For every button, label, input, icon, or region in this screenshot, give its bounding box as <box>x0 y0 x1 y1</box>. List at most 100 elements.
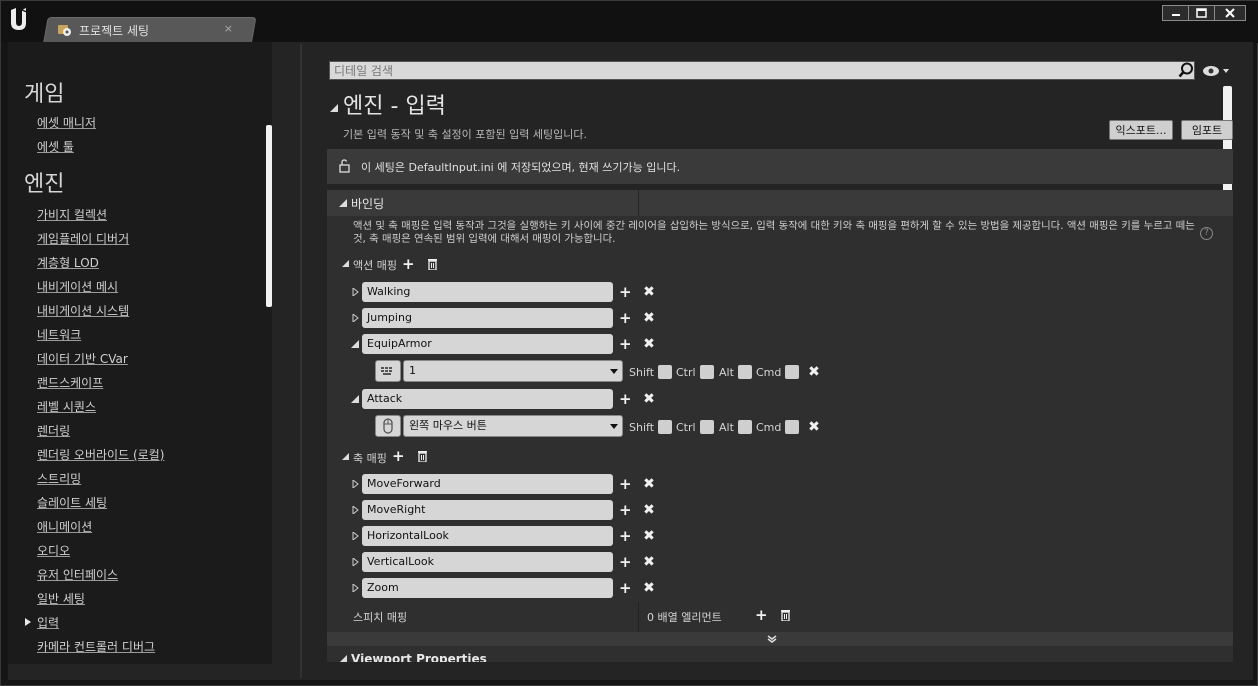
sidebar-item-ui[interactable]: 유저 인터페이스 <box>37 566 118 583</box>
collapse-arrow-icon[interactable] <box>339 199 347 207</box>
close-window-button[interactable] <box>1214 5 1246 21</box>
remove-action-button[interactable]: ✖ <box>643 311 655 325</box>
shift-checkbox[interactable] <box>658 365 672 379</box>
sidebar-item-camera-debug[interactable]: 카메라 컨트롤러 디버그 <box>37 638 155 655</box>
add-speech-button[interactable]: + <box>755 608 768 623</box>
collapse-arrow-icon[interactable] <box>329 103 339 113</box>
sidebar-item-streaming[interactable]: 스트리밍 <box>37 470 81 487</box>
maximize-button[interactable] <box>1188 5 1215 21</box>
expand-arrow-icon[interactable] <box>352 506 360 514</box>
expand-arrow-icon[interactable] <box>352 532 360 540</box>
key-select-attack[interactable]: 왼쪽 마우스 버튼 <box>403 415 623 437</box>
column-divider[interactable] <box>638 190 639 216</box>
sidebar-item-rendering-override[interactable]: 렌더링 오버라이드 (로컬) <box>37 446 164 463</box>
remove-key-button[interactable]: ✖ <box>808 420 820 434</box>
export-button[interactable]: 익스포트... <box>1109 120 1173 140</box>
minimize-button[interactable] <box>1162 5 1189 21</box>
trash-icon[interactable] <box>780 609 791 621</box>
sidebar-item-hlod[interactable]: 계층형 LOD <box>37 254 99 271</box>
sidebar-item-garbage-collection[interactable]: 가비지 컬렉션 <box>37 206 107 223</box>
remove-action-button[interactable]: ✖ <box>643 285 655 299</box>
add-key-button[interactable]: + <box>619 311 632 326</box>
axis-name-moveright[interactable]: MoveRight <box>362 500 613 520</box>
sidebar-item-network[interactable]: 네트워크 <box>37 326 81 343</box>
sidebar-item-data-cvar[interactable]: 데이터 기반 CVar <box>37 350 128 367</box>
add-key-button[interactable]: + <box>619 581 632 596</box>
collapse-arrow-icon[interactable] <box>351 395 359 403</box>
key-picker-button[interactable] <box>375 415 401 437</box>
axis-name-zoom[interactable]: Zoom <box>362 578 613 598</box>
advanced-expander[interactable] <box>327 632 1233 646</box>
add-key-button[interactable]: + <box>619 555 632 570</box>
sidebar-item-input[interactable]: 입력 <box>37 614 59 631</box>
remove-action-button[interactable]: ✖ <box>643 337 655 351</box>
expand-arrow-icon[interactable] <box>352 314 360 322</box>
sidebar-item-asset-manager[interactable]: 에셋 매니저 <box>37 114 96 131</box>
panel-divider[interactable] <box>300 44 302 678</box>
sidebar-item-landscape[interactable]: 랜드스케이프 <box>37 374 103 391</box>
remove-key-button[interactable]: ✖ <box>808 365 820 379</box>
expand-arrow-icon[interactable] <box>352 480 360 488</box>
remove-axis-button[interactable]: ✖ <box>643 581 655 595</box>
shift-checkbox[interactable] <box>658 420 672 434</box>
expand-arrow-icon[interactable] <box>352 288 360 296</box>
add-key-button[interactable]: + <box>619 477 632 492</box>
axis-name-verticallook[interactable]: VerticalLook <box>362 552 613 572</box>
sidebar-item-navmesh[interactable]: 내비게이션 메시 <box>37 278 118 295</box>
sidebar-item-general[interactable]: 일반 세팅 <box>37 590 85 607</box>
collapse-arrow-icon[interactable] <box>351 340 359 348</box>
action-name-attack[interactable]: Attack <box>362 389 613 409</box>
sidebar-item-slate[interactable]: 슬레이트 세팅 <box>37 494 107 511</box>
remove-axis-button[interactable]: ✖ <box>643 503 655 517</box>
cmd-checkbox[interactable] <box>785 420 799 434</box>
search-icon[interactable] <box>1178 62 1194 78</box>
cmd-checkbox[interactable] <box>785 365 799 379</box>
remove-axis-button[interactable]: ✖ <box>643 477 655 491</box>
sidebar-item-rendering[interactable]: 렌더링 <box>37 422 70 439</box>
sidebar-item-gameplay-debugger[interactable]: 게임플레이 디버거 <box>37 230 129 247</box>
collapse-arrow-icon[interactable] <box>342 453 349 460</box>
ctrl-checkbox[interactable] <box>700 365 714 379</box>
action-name-walking[interactable]: Walking <box>362 282 613 302</box>
add-axis-button[interactable]: + <box>392 449 405 464</box>
add-key-button[interactable]: + <box>619 392 632 407</box>
add-action-button[interactable]: + <box>402 257 415 272</box>
sidebar-scrollbar[interactable] <box>266 125 272 307</box>
key-picker-button[interactable] <box>375 360 401 382</box>
visibility-eye-icon[interactable] <box>1202 64 1230 78</box>
action-name-equiparmor[interactable]: EquipArmor <box>362 334 613 354</box>
remove-action-button[interactable]: ✖ <box>643 392 655 406</box>
viewport-properties-header[interactable]: Viewport Properties <box>351 652 487 662</box>
sidebar-item-level-sequence[interactable]: 레벨 시퀀스 <box>37 398 96 415</box>
ctrl-checkbox[interactable] <box>700 420 714 434</box>
import-button[interactable]: 임포트 <box>1181 120 1233 140</box>
search-input[interactable]: 디테일 검색 <box>329 61 1195 80</box>
add-key-button[interactable]: + <box>619 337 632 352</box>
axis-name-moveforward[interactable]: MoveForward <box>362 474 613 494</box>
alt-checkbox[interactable] <box>738 420 752 434</box>
expand-arrow-icon[interactable] <box>352 584 360 592</box>
remove-axis-button[interactable]: ✖ <box>643 555 655 569</box>
action-name-jumping[interactable]: Jumping <box>362 308 613 328</box>
collapse-arrow-icon[interactable] <box>339 655 347 662</box>
trash-icon[interactable] <box>427 258 438 270</box>
sidebar-item-animation[interactable]: 애니메이션 <box>37 518 92 535</box>
tab-close-icon[interactable]: × <box>224 22 233 35</box>
trash-icon[interactable] <box>417 450 428 462</box>
alt-checkbox[interactable] <box>738 365 752 379</box>
sidebar-item-audio[interactable]: 오디오 <box>37 542 70 559</box>
column-divider[interactable] <box>638 602 639 632</box>
bindings-header[interactable] <box>327 190 1233 216</box>
sidebar-item-nav-system[interactable]: 내비게이션 시스템 <box>37 302 129 319</box>
expand-arrow-icon[interactable] <box>352 558 360 566</box>
collapse-arrow-icon[interactable] <box>342 260 349 267</box>
sidebar-item-asset-tool[interactable]: 에셋 툴 <box>37 138 74 155</box>
key-select-equiparmor[interactable]: 1 <box>403 360 623 382</box>
tab-project-settings[interactable]: 프로젝트 세팅 × <box>57 17 247 43</box>
help-icon[interactable]: ? <box>1200 227 1213 240</box>
axis-name-horizontallook[interactable]: HorizontalLook <box>362 526 613 546</box>
remove-axis-button[interactable]: ✖ <box>643 529 655 543</box>
add-key-button[interactable]: + <box>619 503 632 518</box>
add-key-button[interactable]: + <box>619 529 632 544</box>
add-key-button[interactable]: + <box>619 285 632 300</box>
